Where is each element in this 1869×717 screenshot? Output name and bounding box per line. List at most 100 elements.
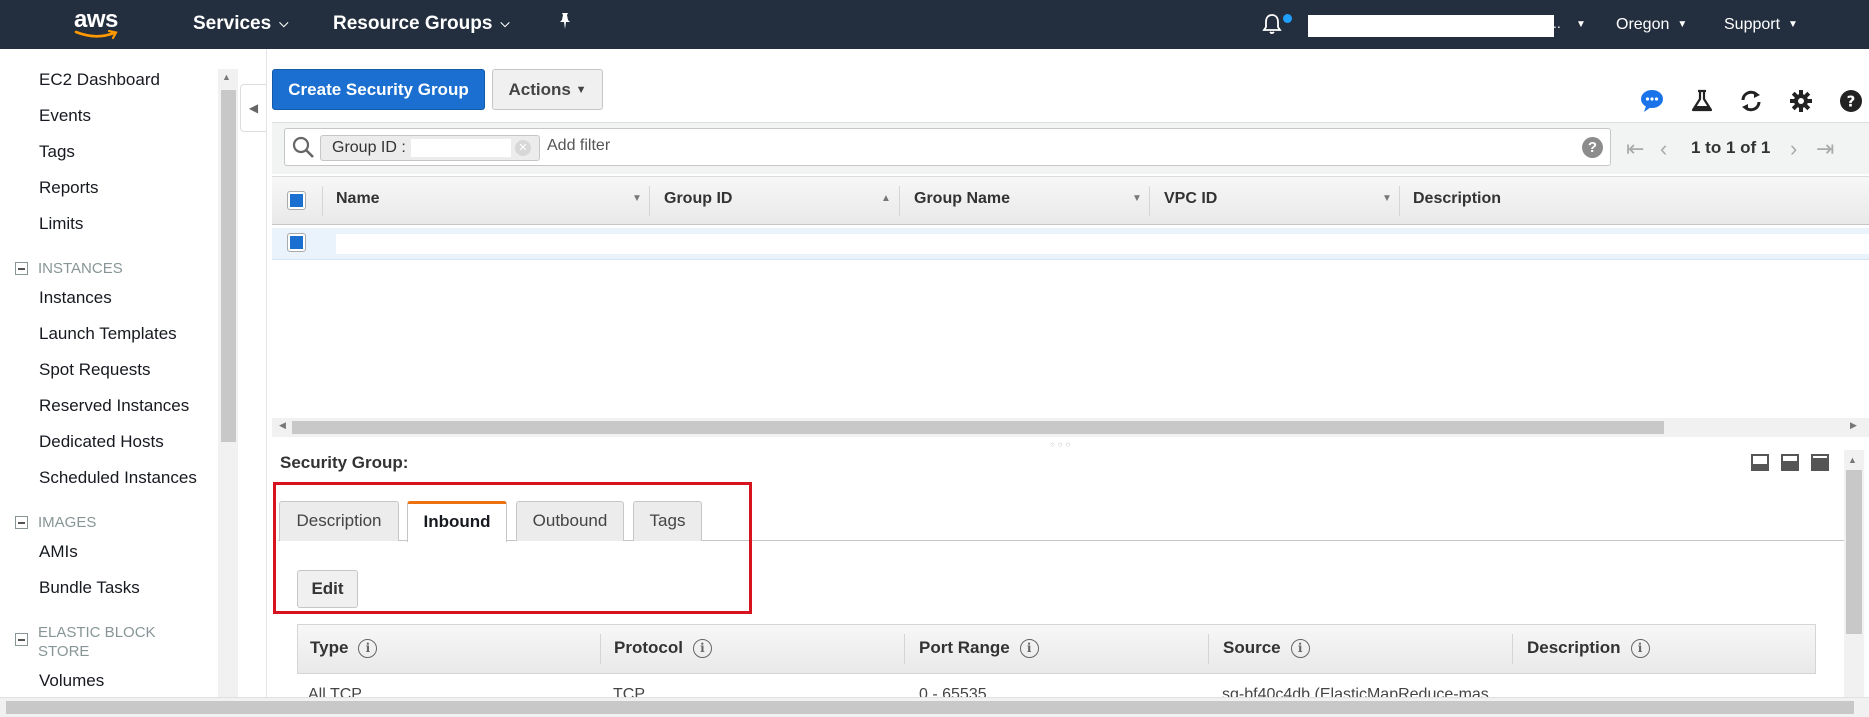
chevron-down-icon: ⌵ bbox=[279, 16, 289, 30]
sidebar-item-reports[interactable]: Reports bbox=[39, 178, 99, 198]
info-icon[interactable]: i bbox=[358, 638, 378, 658]
column-separator[interactable] bbox=[649, 186, 650, 216]
filter-token-value bbox=[411, 139, 511, 157]
sidebar-scrollbar-thumb[interactable] bbox=[221, 90, 236, 442]
chevron-down-icon: ⌵ bbox=[500, 16, 510, 30]
sidebar-item-amis[interactable]: AMIs bbox=[39, 542, 78, 562]
collapse-sidebar-button[interactable]: ◀ bbox=[240, 84, 266, 132]
feedback-icon[interactable] bbox=[1639, 88, 1665, 114]
chevron-down-icon: ▼ bbox=[1677, 19, 1688, 30]
column-separator[interactable] bbox=[1149, 186, 1150, 216]
resize-handle[interactable]: ○○○ bbox=[1050, 440, 1074, 449]
add-filter-placeholder[interactable]: Add filter bbox=[547, 137, 610, 155]
pagination-text: 1 to 1 of 1 bbox=[1691, 138, 1771, 157]
page-scrollbar-thumb[interactable] bbox=[6, 701, 1854, 714]
column-separator bbox=[600, 634, 601, 664]
bell-icon[interactable] bbox=[1260, 12, 1284, 36]
sort-icon[interactable]: ▼ bbox=[632, 193, 642, 204]
account-ellipsis: .. bbox=[1553, 15, 1561, 31]
column-header-group-name[interactable]: Group Name bbox=[914, 190, 1010, 208]
info-icon[interactable]: i bbox=[1630, 638, 1650, 658]
scroll-right-icon[interactable]: ▶ bbox=[1850, 420, 1857, 431]
region-menu[interactable]: Oregon ▼ bbox=[1616, 16, 1687, 34]
column-header-vpc-id[interactable]: VPC ID bbox=[1164, 190, 1217, 208]
layout-bottom-full-icon[interactable] bbox=[1811, 454, 1829, 471]
previous-page-icon[interactable]: ‹ bbox=[1660, 136, 1667, 162]
scroll-up-icon[interactable]: ▲ bbox=[1848, 455, 1857, 465]
column-header-name[interactable]: Name bbox=[336, 190, 380, 208]
select-all-checkbox[interactable] bbox=[287, 191, 306, 210]
sidebar-item-ec2-dashboard[interactable]: EC2 Dashboard bbox=[39, 70, 160, 90]
create-security-group-button[interactable]: Create Security Group bbox=[272, 69, 485, 110]
chevron-down-icon: ▼ bbox=[1788, 19, 1798, 30]
first-page-icon[interactable]: ⇤ bbox=[1626, 136, 1644, 162]
sidebar-section-images[interactable]: IMAGES bbox=[15, 514, 96, 531]
info-icon[interactable]: i bbox=[1290, 638, 1310, 658]
rules-column-protocol: Protocol i bbox=[614, 638, 712, 658]
resource-groups-menu[interactable]: Resource Groups ⌵ bbox=[333, 13, 510, 35]
sidebar-item-bundle-tasks[interactable]: Bundle Tasks bbox=[39, 578, 140, 598]
sort-ascending-icon[interactable]: ▲ bbox=[881, 193, 891, 204]
aws-logo[interactable]: aws bbox=[72, 6, 124, 42]
details-title: Security Group: bbox=[280, 453, 409, 472]
details-scrollbar-thumb[interactable] bbox=[1846, 470, 1862, 634]
sidebar-section-instances[interactable]: INSTANCES bbox=[15, 260, 123, 277]
info-icon[interactable]: i bbox=[692, 638, 712, 658]
actions-button[interactable]: Actions ▼ bbox=[492, 69, 603, 110]
collapse-icon[interactable] bbox=[15, 633, 28, 646]
support-menu[interactable]: Support ▼ bbox=[1724, 16, 1798, 34]
column-header-description[interactable]: Description bbox=[1413, 190, 1501, 208]
sidebar-item-launch-templates[interactable]: Launch Templates bbox=[39, 324, 177, 344]
sidebar-item-tags[interactable]: Tags bbox=[39, 142, 75, 162]
column-separator[interactable] bbox=[1399, 186, 1400, 216]
sidebar-item-volumes[interactable]: Volumes bbox=[39, 671, 104, 691]
scroll-up-icon[interactable]: ▲ bbox=[222, 72, 231, 82]
sort-icon[interactable]: ▼ bbox=[1382, 193, 1392, 204]
layout-bottom-small-icon[interactable] bbox=[1751, 454, 1769, 471]
gear-icon[interactable] bbox=[1788, 88, 1814, 114]
sidebar-item-events[interactable]: Events bbox=[39, 106, 91, 126]
collapse-icon[interactable] bbox=[15, 516, 28, 529]
aws-smile-icon bbox=[74, 30, 118, 40]
next-page-icon[interactable]: › bbox=[1790, 136, 1797, 162]
column-separator bbox=[1208, 634, 1209, 664]
account-menu[interactable] bbox=[1308, 15, 1554, 37]
sidebar-item-reserved-instances[interactable]: Reserved Instances bbox=[39, 396, 189, 416]
filter-help-icon[interactable]: ? bbox=[1582, 137, 1603, 158]
rules-column-port-range: Port Range i bbox=[919, 638, 1039, 658]
sidebar-section-ebs[interactable]: ELASTIC BLOCK STORE bbox=[15, 623, 175, 661]
remove-filter-icon[interactable]: ✕ bbox=[515, 140, 531, 156]
rules-column-type: Type i bbox=[310, 638, 378, 658]
column-header-group-id[interactable]: Group ID bbox=[664, 190, 732, 208]
sidebar-item-dedicated-hosts[interactable]: Dedicated Hosts bbox=[39, 432, 164, 452]
divider bbox=[266, 49, 267, 697]
help-icon[interactable]: ? bbox=[1838, 88, 1864, 114]
sort-icon[interactable]: ▼ bbox=[1132, 193, 1142, 204]
scroll-left-icon[interactable]: ◀ bbox=[279, 420, 286, 431]
layout-bottom-half-icon[interactable] bbox=[1781, 454, 1799, 471]
last-page-icon[interactable]: ⇥ bbox=[1816, 136, 1834, 162]
row-checkbox[interactable] bbox=[287, 233, 306, 252]
pin-icon[interactable] bbox=[556, 12, 574, 35]
sidebar-item-instances[interactable]: Instances bbox=[39, 288, 112, 308]
info-icon[interactable]: i bbox=[1019, 638, 1039, 658]
rules-column-description: Description i bbox=[1527, 638, 1650, 658]
table-scrollbar-thumb[interactable] bbox=[292, 421, 1664, 434]
column-separator bbox=[1512, 634, 1513, 664]
search-icon bbox=[291, 135, 315, 164]
column-separator[interactable] bbox=[899, 186, 900, 216]
table-row-content bbox=[336, 234, 1869, 254]
sidebar-item-scheduled-instances[interactable]: Scheduled Instances bbox=[39, 468, 197, 488]
top-navigation-bar: aws Services ⌵ Resource Groups ⌵ .. ▼ Oreg… bbox=[0, 0, 1869, 49]
refresh-icon[interactable] bbox=[1738, 88, 1764, 114]
table-header bbox=[272, 176, 1869, 225]
filter-token-group-id[interactable]: Group ID : ✕ bbox=[320, 135, 540, 161]
notification-badge bbox=[1283, 14, 1292, 23]
sidebar-item-spot-requests[interactable]: Spot Requests bbox=[39, 360, 151, 380]
column-separator bbox=[322, 186, 323, 216]
chevron-down-icon[interactable]: ▼ bbox=[1576, 19, 1586, 30]
flask-icon[interactable] bbox=[1689, 88, 1715, 114]
services-menu[interactable]: Services ⌵ bbox=[193, 13, 288, 35]
collapse-icon[interactable] bbox=[15, 262, 28, 275]
sidebar-item-limits[interactable]: Limits bbox=[39, 214, 83, 234]
